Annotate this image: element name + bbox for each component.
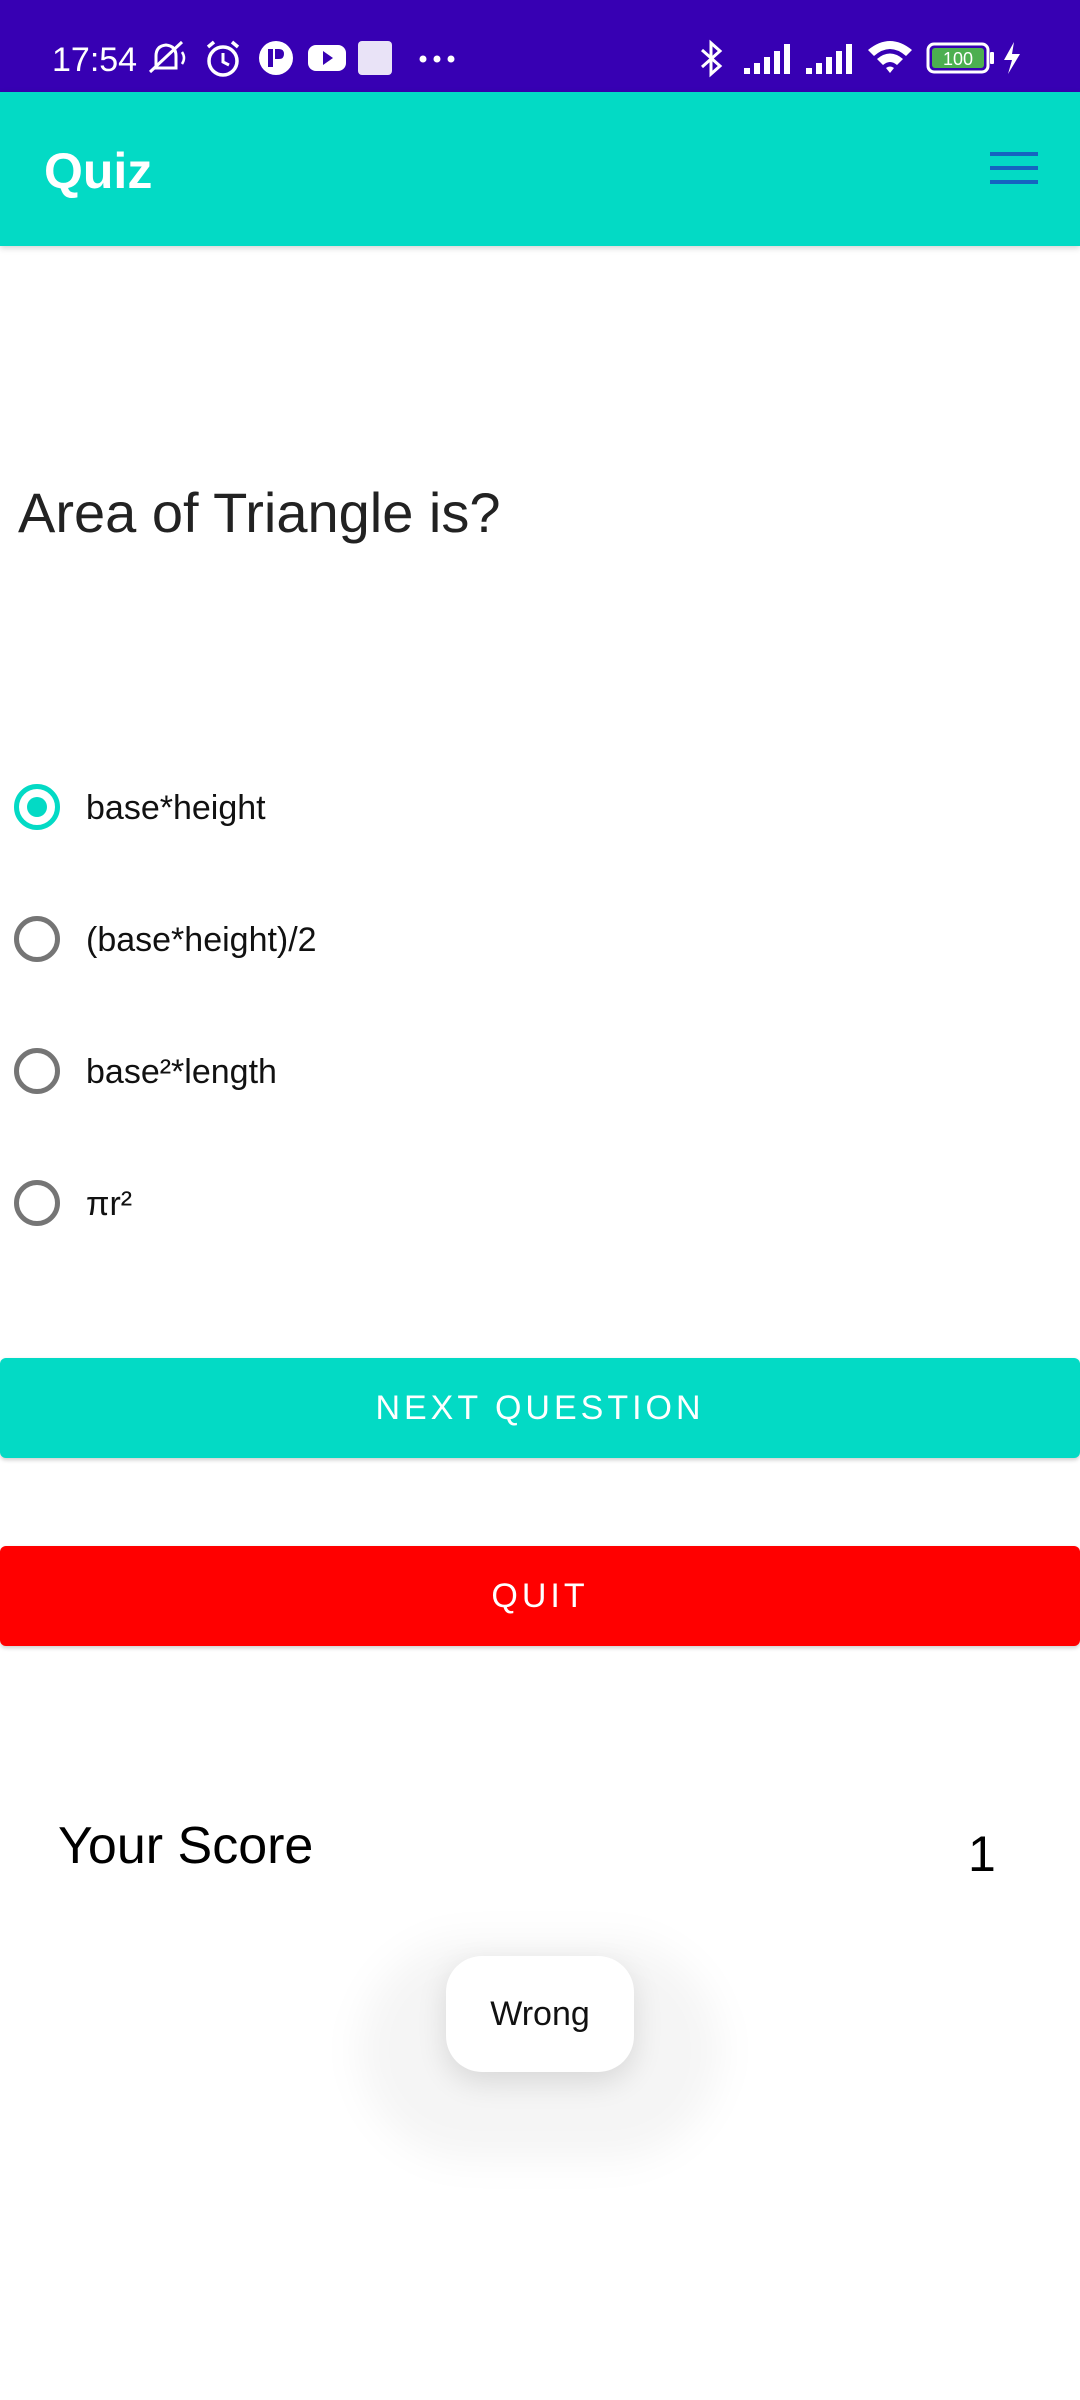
option-label: base*height xyxy=(86,789,266,827)
radio-button-selected[interactable] xyxy=(14,784,60,830)
option-1[interactable]: base*height xyxy=(12,770,712,850)
option-label: πr² xyxy=(86,1185,133,1223)
status-time: 17:54 xyxy=(52,41,138,79)
hamburger-menu-icon[interactable] xyxy=(988,148,1040,188)
radio-button[interactable] xyxy=(14,916,60,962)
app-title: Quiz xyxy=(44,143,153,199)
quit-button[interactable]: QUIT xyxy=(0,1546,1080,1646)
radio-button[interactable] xyxy=(14,1180,60,1226)
charging-icon xyxy=(1000,38,1024,83)
more-icon xyxy=(418,52,458,70)
quiz-screen: 17:54 100 Quiz Area of Triangle is? base… xyxy=(0,0,1080,2400)
option-4[interactable]: πr² xyxy=(12,1166,712,1246)
app-icon xyxy=(256,38,296,83)
square-icon xyxy=(356,38,394,83)
option-3[interactable]: base²*length xyxy=(12,1034,712,1114)
mute-icon xyxy=(146,38,190,83)
signal-icon xyxy=(804,38,858,83)
youtube-icon xyxy=(306,38,348,83)
toast-message: Wrong xyxy=(446,1956,634,2072)
radio-button[interactable] xyxy=(14,1048,60,1094)
signal-icon xyxy=(742,38,796,83)
score-label: Your Score xyxy=(58,1817,314,1875)
option-label: (base*height)/2 xyxy=(86,921,317,959)
wifi-icon xyxy=(866,38,914,83)
next-question-button[interactable]: NEXT QUESTION xyxy=(0,1358,1080,1458)
battery-level: 100 xyxy=(943,49,973,69)
app-bar: Quiz xyxy=(0,92,1080,246)
option-label: base²*length xyxy=(86,1053,277,1091)
alarm-icon xyxy=(202,38,244,85)
option-2[interactable]: (base*height)/2 xyxy=(12,902,712,982)
battery-icon: 100 xyxy=(926,38,996,83)
score-value: 1 xyxy=(968,1826,996,1882)
status-bar: 17:54 100 xyxy=(0,0,1080,92)
question-text: Area of Triangle is? xyxy=(18,481,501,544)
bluetooth-icon xyxy=(694,38,728,85)
